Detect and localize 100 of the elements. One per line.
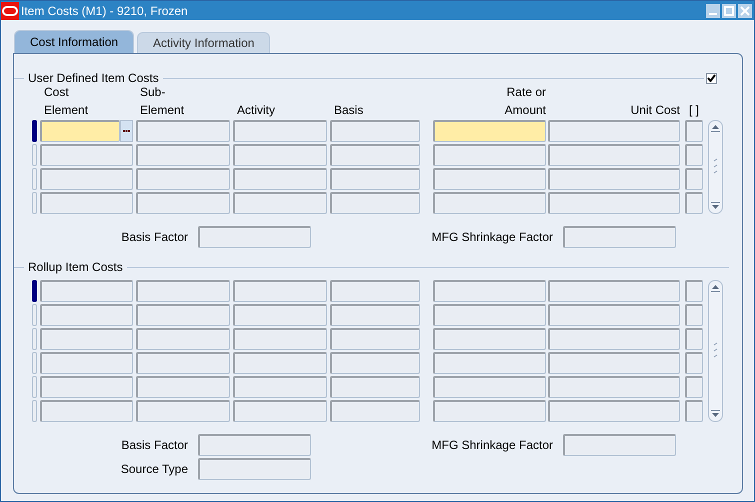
text-field[interactable] [330,168,420,190]
text-field[interactable] [433,400,546,422]
column-header: Amount [504,102,546,119]
field-label: Source Type [120,461,188,478]
scroll-up-arrow-icon[interactable] [711,284,720,292]
text-field[interactable] [233,328,327,350]
text-field[interactable] [330,120,420,142]
record-indicator[interactable] [32,280,37,302]
text-field[interactable] [685,192,703,214]
column-header: Rate or [506,84,546,101]
text-field[interactable] [433,192,546,214]
scroll-up-arrow-icon[interactable] [711,124,720,132]
text-field[interactable] [136,168,230,190]
text-field[interactable] [548,144,680,166]
input-field[interactable] [198,226,311,248]
text-field[interactable] [548,120,680,142]
app-logo-icon [1,2,19,20]
text-field[interactable] [330,192,420,214]
text-field[interactable] [685,400,703,422]
close-icon[interactable] [738,4,752,18]
text-field[interactable] [330,352,420,374]
text-field[interactable] [548,168,680,190]
record-indicator[interactable] [32,120,37,142]
tab[interactable]: Activity Information [137,32,270,53]
text-field[interactable] [330,376,420,398]
window-title: Item Costs (M1) - 9210, Frozen [21,2,188,20]
vertical-scrollbar[interactable] [708,280,723,422]
text-field[interactable] [40,400,133,422]
input-field[interactable] [563,226,676,248]
text-field[interactable] [40,192,133,214]
text-field[interactable] [685,280,703,302]
text-field[interactable] [136,120,230,142]
text-field[interactable] [40,280,133,302]
input-field[interactable] [563,434,676,456]
text-field[interactable] [685,304,703,326]
scroll-down-arrow-icon[interactable] [711,410,720,418]
text-field[interactable] [233,120,327,142]
text-field[interactable] [548,280,680,302]
scroll-down-arrow-icon[interactable] [711,202,720,210]
text-field[interactable] [40,304,133,326]
vertical-scrollbar[interactable] [708,120,723,214]
text-field[interactable] [685,376,703,398]
text-field[interactable] [548,192,680,214]
text-field[interactable] [233,192,327,214]
text-field[interactable] [548,352,680,374]
input-field[interactable] [198,434,311,456]
text-field[interactable] [233,400,327,422]
text-field[interactable] [233,352,327,374]
checkbox[interactable] [706,72,717,84]
text-field[interactable] [433,328,546,350]
text-field[interactable] [233,168,327,190]
text-field[interactable] [433,352,546,374]
text-field[interactable] [548,304,680,326]
text-field[interactable] [136,352,230,374]
text-field[interactable] [685,352,703,374]
field-label: MFG Shrinkage Factor [432,437,553,454]
text-field[interactable] [233,304,327,326]
text-field[interactable] [330,328,420,350]
text-field[interactable] [136,328,230,350]
text-field[interactable] [548,328,680,350]
text-field[interactable] [433,144,546,166]
text-field[interactable] [233,376,327,398]
text-field[interactable] [548,376,680,398]
text-field[interactable] [433,120,546,142]
list-of-values-button[interactable] [120,120,133,142]
text-field[interactable] [685,144,703,166]
text-field[interactable] [40,352,133,374]
text-field[interactable] [433,280,546,302]
text-field[interactable] [330,280,420,302]
scroll-grip-icon[interactable] [712,158,718,176]
scroll-grip-icon[interactable] [712,342,718,360]
text-field[interactable] [136,144,230,166]
text-field[interactable] [40,144,133,166]
text-field[interactable] [233,144,327,166]
text-field[interactable] [136,192,230,214]
text-field[interactable] [330,304,420,326]
minimize-icon[interactable] [706,4,720,18]
text-field[interactable] [233,280,327,302]
text-field[interactable] [330,144,420,166]
text-field[interactable] [136,280,230,302]
text-field[interactable] [685,120,703,142]
tab[interactable]: Cost Information [14,30,134,53]
text-field[interactable] [685,168,703,190]
text-field[interactable] [40,328,133,350]
section-title: User Defined Item Costs [27,70,160,87]
text-field[interactable] [40,168,133,190]
maximize-icon[interactable] [722,4,736,18]
text-field[interactable] [433,168,546,190]
text-field[interactable] [685,328,703,350]
text-field[interactable] [433,376,546,398]
text-field[interactable] [136,304,230,326]
text-field[interactable] [40,120,120,142]
text-field[interactable] [548,400,680,422]
text-field[interactable] [40,376,133,398]
text-field[interactable] [433,304,546,326]
input-field[interactable] [198,458,311,480]
field-label: Basis Factor [121,437,188,454]
text-field[interactable] [330,400,420,422]
text-field[interactable] [136,400,230,422]
text-field[interactable] [136,376,230,398]
